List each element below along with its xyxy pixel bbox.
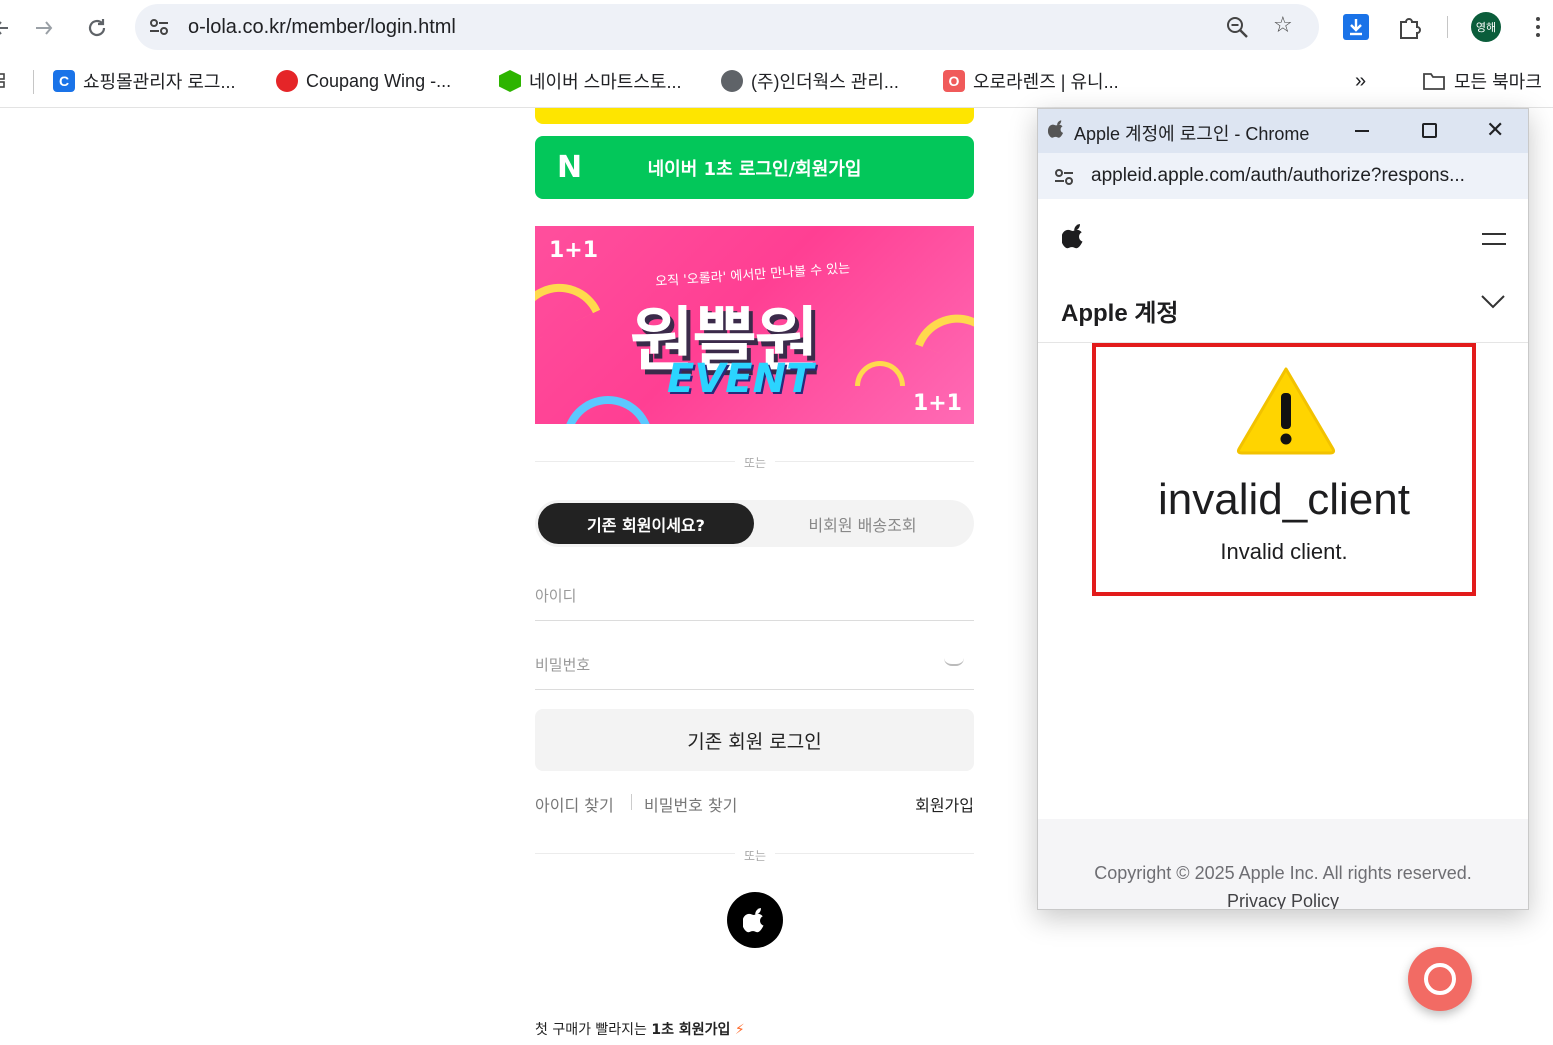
bookmark-naver-smartstore[interactable]: 네이버 스마트스토... <box>499 68 681 94</box>
lightning-icon: ⚡ <box>734 1022 745 1038</box>
bookmarks-bar: C 쇼핑몰관리자 로그... Coupang Wing -... 네이버 스마트… <box>0 56 1553 108</box>
rainbow-decoration <box>855 361 905 386</box>
account-links: 아이디 찾기 비밀번호 찾기 회원가입 <box>535 790 974 816</box>
bookmark-star-icon[interactable]: ☆ <box>1273 13 1293 39</box>
signup-link[interactable]: 회원가입 <box>915 792 974 816</box>
rainbow-decoration <box>535 269 601 348</box>
error-message: Invalid client. <box>1220 539 1348 564</box>
promo-highlight: 1초 회원가입 <box>651 1022 731 1038</box>
olola-floating-button[interactable] <box>1408 947 1472 1011</box>
tab-existing-member[interactable]: 기존 회원이세요? <box>538 503 754 544</box>
password-field[interactable]: 비밀번호 <box>535 640 974 690</box>
zoom-icon[interactable] <box>1225 15 1249 39</box>
member-login-button[interactable]: 기존 회원 로그인 <box>535 709 974 771</box>
kakao-login-button[interactable] <box>535 108 974 124</box>
id-placeholder: 아이디 <box>535 587 577 605</box>
minimize-icon[interactable] <box>1355 130 1369 132</box>
promo-text: 첫 구매가 빨라지는 <box>535 1022 652 1038</box>
apple-login-button[interactable] <box>727 892 783 948</box>
popup-window-title: Apple 계정에 로그인 - Chrome <box>1074 124 1310 144</box>
toolbar-divider <box>1447 16 1448 38</box>
password-placeholder: 비밀번호 <box>535 656 591 674</box>
bookmark-coupang-wing[interactable]: Coupang Wing -... <box>276 68 451 94</box>
naver-login-label: 네이버 1초 로그인/회원가입 <box>647 158 862 180</box>
browser-toolbar: o-lola.co.kr/member/login.html ☆ 영해 <box>0 0 1553 56</box>
find-id-link[interactable]: 아이디 찾기 <box>535 792 614 816</box>
apple-account-row[interactable]: Apple 계정 <box>1038 279 1528 343</box>
copyright-text: Copyright © 2025 Apple Inc. All rights r… <box>1094 863 1472 883</box>
popup-url-text[interactable]: appleid.apple.com/auth/authorize?respons… <box>1091 165 1465 187</box>
olola-icon: O <box>943 70 965 92</box>
rainbow-decoration <box>915 301 974 376</box>
signup-promo: 첫 구매가 빨라지는 1초 회원가입 ⚡ <box>535 1019 745 1039</box>
globe-icon <box>721 70 743 92</box>
naver-n-icon: N <box>557 150 583 185</box>
profile-avatar[interactable]: 영해 <box>1471 12 1501 42</box>
bookmark-label: 네이버 스마트스토... <box>529 72 682 92</box>
chevron-down-icon[interactable] <box>1481 295 1505 309</box>
folder-icon <box>1423 73 1445 90</box>
tab-guest-order-lookup[interactable]: 비회원 배송조회 <box>754 503 971 544</box>
find-password-link[interactable]: 비밀번호 찾기 <box>644 792 737 816</box>
banner-badge: 1+1 <box>912 391 962 416</box>
bookmarks-divider <box>33 70 34 94</box>
site-settings-icon[interactable] <box>1052 165 1076 189</box>
popup-titlebar: Apple 계정에 로그인 - Chrome ✕ <box>1038 109 1528 153</box>
warning-icon <box>1236 367 1336 455</box>
event-banner[interactable]: 1+1 오직 '오롤라' 에서만 만나볼 수 있는 원쁠원 EVENT 1+1 <box>535 226 974 424</box>
all-bookmarks-folder[interactable]: 모든 북마크 <box>1422 68 1542 94</box>
forward-icon[interactable] <box>30 14 58 42</box>
browser-menu-icon[interactable] <box>1528 12 1548 42</box>
olola-logo-icon <box>1424 963 1456 995</box>
address-bar[interactable]: o-lola.co.kr/member/login.html ☆ <box>135 4 1319 50</box>
apple-logo-icon <box>1048 120 1064 138</box>
error-highlight-box: invalid_client Invalid client. <box>1092 343 1476 596</box>
bookmark-intheworks[interactable]: (주)인더웍스 관리... <box>721 68 899 94</box>
apple-account-label: Apple 계정 <box>1061 300 1179 327</box>
apple-logo-icon <box>743 908 764 933</box>
apple-footer: Copyright © 2025 Apple Inc. All rights r… <box>1038 819 1528 909</box>
link-divider <box>631 794 632 810</box>
cafe24-c-icon: C <box>53 70 75 92</box>
naver-login-button[interactable]: N 네이버 1초 로그인/회원가입 <box>535 136 974 199</box>
bookmarks-overflow-chevron-icon[interactable]: » <box>1355 68 1366 94</box>
coupang-icon <box>276 70 298 92</box>
banner-event-word: EVENT <box>667 356 814 402</box>
password-visibility-icon[interactable] <box>944 658 964 666</box>
bookmark-cafe24-admin[interactable]: C 쇼핑몰관리자 로그... <box>53 68 235 94</box>
divider-label: 또는 <box>735 454 775 471</box>
back-icon[interactable] <box>0 14 18 42</box>
bookmark-label: Coupang Wing -... <box>306 70 452 91</box>
rainbow-decoration <box>563 396 653 424</box>
id-field[interactable]: 아이디 <box>535 571 974 621</box>
close-icon[interactable]: ✕ <box>1486 119 1504 143</box>
apple-logo-icon[interactable] <box>1062 222 1086 250</box>
apps-grid-icon[interactable] <box>0 68 6 94</box>
member-type-tabs: 기존 회원이세요? 비회원 배송조회 <box>535 500 974 547</box>
reload-icon[interactable] <box>83 14 111 42</box>
bookmark-label: 쇼핑몰관리자 로그... <box>83 72 236 92</box>
banner-badge: 1+1 <box>549 238 599 263</box>
hamburger-menu-icon[interactable] <box>1482 233 1506 247</box>
all-bookmarks-label: 모든 북마크 <box>1454 72 1542 92</box>
bookmark-olola-lens[interactable]: O 오로라렌즈 | 유니... <box>943 68 1119 94</box>
divider-label: 또는 <box>735 847 775 864</box>
naver-smartstore-icon <box>499 70 521 92</box>
privacy-policy-link[interactable]: Privacy Policy <box>1038 891 1528 909</box>
url-text[interactable]: o-lola.co.kr/member/login.html <box>188 16 456 39</box>
site-settings-icon[interactable] <box>147 15 171 39</box>
apple-header <box>1038 199 1528 279</box>
popup-address-bar[interactable]: appleid.apple.com/auth/authorize?respons… <box>1038 153 1528 199</box>
extensions-icon[interactable] <box>1396 14 1422 40</box>
maximize-icon[interactable] <box>1422 123 1437 138</box>
bookmark-label: (주)인더웍스 관리... <box>751 72 899 92</box>
bookmark-label: 오로라렌즈 | 유니... <box>973 72 1119 92</box>
download-icon[interactable] <box>1343 14 1369 40</box>
apple-signin-popup: Apple 계정에 로그인 - Chrome ✕ appleid.apple.c… <box>1037 108 1529 910</box>
error-title: invalid_client <box>1158 475 1410 524</box>
